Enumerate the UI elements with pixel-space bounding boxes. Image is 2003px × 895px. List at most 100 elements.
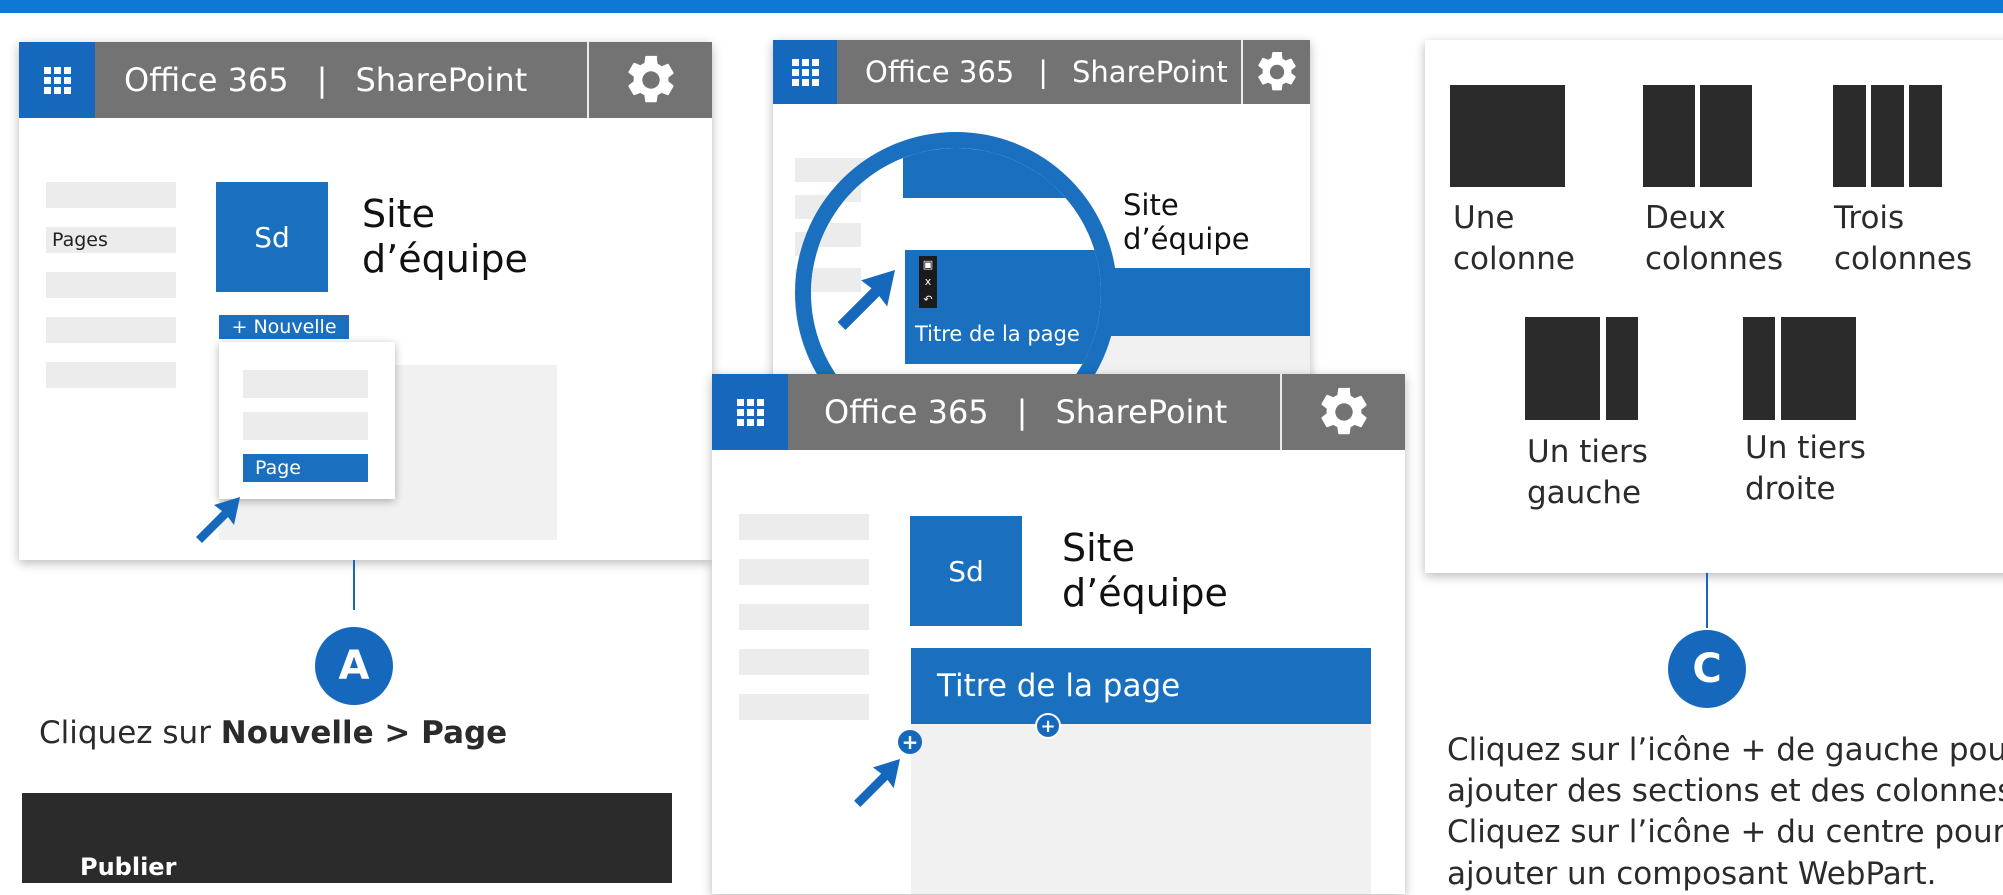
layout-third-right-label: Un tiers droite — [1745, 428, 1866, 510]
label-line1: Deux — [1645, 200, 1726, 236]
title-band — [1083, 268, 1310, 336]
plus-icon: + — [1040, 715, 1056, 737]
menu-item[interactable] — [243, 370, 368, 398]
site-title: Site d’équipe — [1123, 188, 1250, 256]
menu-item[interactable] — [243, 412, 368, 440]
layout-third-right-icon-narrow[interactable] — [1743, 317, 1775, 420]
label-line1: Une — [1453, 200, 1515, 236]
close-icon[interactable]: x — [925, 275, 932, 288]
site-title-line1: Site — [362, 192, 435, 236]
step-a-text: Cliquez sur — [39, 715, 221, 751]
settings-button[interactable] — [589, 42, 712, 118]
label-line2: colonne — [1453, 241, 1575, 278]
waffle-icon — [791, 58, 819, 86]
publish-box: Publier — [22, 793, 672, 883]
settings-button[interactable] — [1243, 40, 1310, 104]
section-layout-panel: Une colonne Deux colonnes Trois colonnes… — [1425, 40, 2003, 573]
app-launcher-button[interactable] — [773, 40, 837, 104]
layout-third-left-icon-narrow[interactable] — [1606, 317, 1638, 420]
waffle-icon — [43, 66, 71, 94]
nav-placeholder — [739, 559, 869, 585]
brand-label: Office 365 — [824, 393, 989, 431]
layout-one-column-label: Une colonne — [1453, 198, 1575, 280]
suite-header: Office 365 | SharePoint — [773, 40, 1310, 104]
title-separator: | — [1038, 55, 1049, 89]
brand-label: Office 365 — [865, 55, 1015, 89]
layout-three-columns-icon-b[interactable] — [1871, 85, 1904, 187]
layout-three-columns-icon-c[interactable] — [1909, 85, 1942, 187]
layout-one-column-icon[interactable] — [1450, 85, 1565, 187]
settings-button[interactable] — [1282, 374, 1405, 450]
nav-placeholder — [739, 649, 869, 675]
nav-placeholder — [739, 694, 869, 720]
app-launcher-button[interactable] — [712, 374, 788, 450]
step-a-text-bold: Nouvelle > Page — [220, 715, 508, 751]
step-badge-c-label: C — [1692, 646, 1722, 692]
site-title: Site d’équipe — [1062, 526, 1228, 616]
site-logo-abbr: Sd — [254, 220, 290, 254]
step-c-line3: Cliquez sur l’icône + du centre pour — [1447, 814, 2003, 851]
publish-label: Publier — [80, 853, 177, 881]
layout-third-left-icon-wide[interactable] — [1525, 317, 1600, 420]
site-title-line2: d’équipe — [1062, 570, 1228, 615]
title-separator: | — [316, 61, 328, 99]
cursor-arrow-icon — [196, 497, 240, 543]
page-title-band[interactable]: Titre de la page — [911, 648, 1371, 724]
label-line2: droite — [1745, 471, 1836, 508]
sharepoint-window-a: Office 365 | SharePoint Pages Sd Site d’… — [19, 42, 712, 560]
suite-title: Office 365 | SharePoint — [865, 40, 1228, 104]
step-c-line2: ajouter des sections et des colonnes. — [1447, 773, 2003, 810]
add-section-button[interactable]: + — [898, 730, 922, 754]
sharepoint-window-main: Office 365 | SharePoint Sd Site d’équipe… — [712, 374, 1405, 894]
menu-item-page[interactable]: Page — [243, 454, 368, 482]
label-line1: Trois — [1834, 200, 1905, 236]
step-badge-a-label: A — [338, 643, 370, 689]
top-accent-bar — [0, 0, 2003, 13]
site-logo-abbr: Sd — [948, 554, 984, 588]
site-title-line2: d’équipe — [1123, 222, 1250, 257]
new-menu-dropdown: Page — [219, 342, 395, 499]
connector-line-a — [353, 560, 355, 610]
page-canvas — [911, 724, 1371, 894]
nav-placeholder — [811, 223, 861, 247]
cursor-arrow-icon — [837, 270, 895, 330]
nav-placeholder — [46, 182, 176, 208]
brand-label: Office 365 — [124, 61, 289, 99]
app-label: SharePoint — [1055, 393, 1228, 431]
suite-title: Office 365 | SharePoint — [824, 374, 1227, 450]
nav-item-pages-label: Pages — [52, 229, 108, 251]
page-title-label: Titre de la page — [915, 322, 1080, 346]
new-button[interactable]: + Nouvelle — [219, 315, 349, 339]
cursor-arrow-icon — [854, 759, 900, 807]
gear-icon — [1320, 387, 1367, 435]
image-icon[interactable]: ▣ — [923, 258, 933, 271]
zoom-bar — [903, 148, 1078, 198]
page-title-band: ▣ x ↶ Titre de la page — [905, 250, 1101, 364]
label-line1: Un tiers — [1527, 434, 1648, 470]
site-title-line1: Site — [1062, 526, 1135, 570]
step-a-instruction: Cliquez sur Nouvelle > Page — [39, 715, 507, 751]
undo-icon[interactable]: ↶ — [923, 293, 932, 306]
app-label: SharePoint — [355, 61, 528, 99]
label-line1: Un tiers — [1745, 430, 1866, 466]
site-title-line2: d’équipe — [362, 236, 528, 281]
step-badge-a: A — [315, 627, 393, 705]
step-c-line4: ajouter un composant WebPart. — [1447, 855, 1937, 892]
layout-three-columns-label: Trois colonnes — [1834, 198, 1972, 280]
site-title: Site d’équipe — [362, 192, 528, 282]
connector-line-c — [1706, 573, 1708, 628]
step-c-instruction: Cliquez sur l’icône + de gauche pour ajo… — [1447, 730, 2003, 895]
nav-item-pages[interactable]: Pages — [46, 227, 176, 253]
app-launcher-button[interactable] — [19, 42, 95, 118]
nav-placeholder — [739, 604, 869, 630]
label-line2: colonnes — [1834, 241, 1973, 278]
new-button-label: + Nouvelle — [231, 316, 337, 338]
suite-header: Office 365 | SharePoint — [19, 42, 712, 118]
site-logo: Sd — [216, 182, 328, 292]
layout-two-columns-icon-right[interactable] — [1700, 85, 1752, 187]
layout-third-right-icon-wide[interactable] — [1781, 317, 1856, 420]
layout-two-columns-icon-left[interactable] — [1643, 85, 1695, 187]
plus-icon: + — [901, 730, 919, 754]
add-webpart-button[interactable]: + — [1035, 713, 1061, 739]
layout-three-columns-icon-a[interactable] — [1833, 85, 1866, 187]
